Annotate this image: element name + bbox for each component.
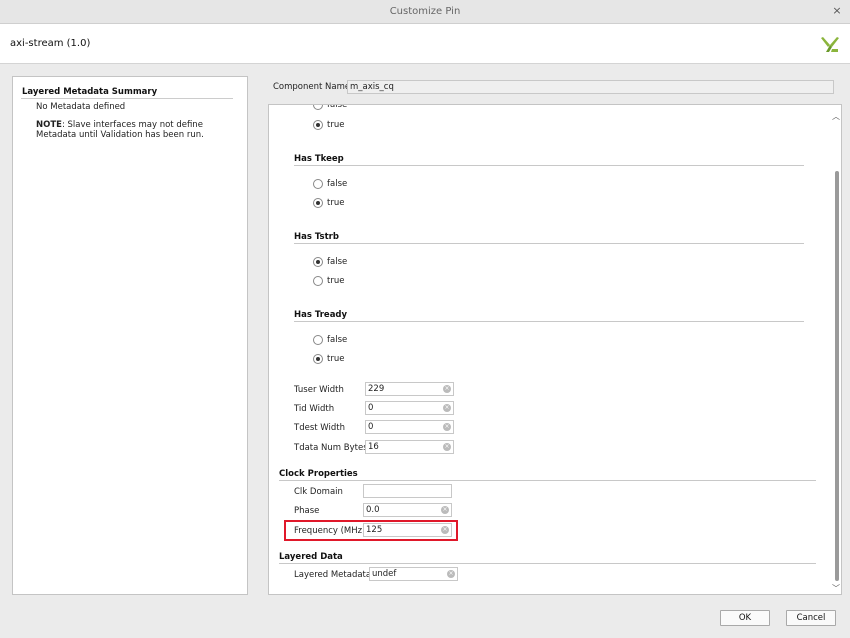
cancel-button[interactable]: Cancel	[786, 610, 836, 626]
title-bar: Customize Pin ×	[0, 0, 850, 24]
radio-circle	[313, 179, 323, 189]
tuser-width-input[interactable]: 229 ×	[365, 382, 454, 396]
radio-label: false	[327, 104, 348, 110]
component-name-field[interactable]: m_axis_cq	[347, 80, 834, 94]
tuser-width-label: Tuser Width	[294, 385, 344, 395]
tdata-num-bytes-input[interactable]: 16 ×	[365, 440, 454, 454]
phase-label: Phase	[294, 506, 320, 516]
component-name-label: Component Name	[273, 82, 351, 92]
vertical-scrollbar[interactable]: ︿ ﹀	[831, 105, 841, 594]
scrollbar-thumb[interactable]	[835, 171, 839, 581]
has-tstrb-true-radio[interactable]: true	[313, 275, 344, 287]
tdata-num-bytes-label: Tdata Num Bytes	[294, 443, 368, 453]
radio-circle	[313, 335, 323, 345]
has-tready-title: Has Tready	[294, 310, 348, 320]
close-icon[interactable]: ×	[830, 4, 844, 18]
clear-circle-icon[interactable]: ×	[443, 385, 451, 393]
radio-partial-hidden[interactable]: false	[313, 104, 348, 111]
radio-label: true	[327, 276, 345, 286]
clear-circle-icon[interactable]: ×	[441, 506, 449, 514]
tdest-width-label: Tdest Width	[294, 423, 345, 433]
radio-circle	[313, 198, 323, 208]
divider	[21, 98, 233, 99]
tid-width-input[interactable]: 0 ×	[365, 401, 454, 415]
radio-circle	[313, 354, 323, 364]
radio-circle	[313, 276, 323, 286]
layered-metadata-input[interactable]: undef ×	[369, 567, 458, 581]
has-tkeep-false-radio[interactable]: false	[313, 178, 347, 190]
divider	[294, 243, 804, 244]
ip-name: axi-stream (1.0)	[10, 38, 91, 49]
field-value: 0.0	[366, 505, 380, 515]
divider	[279, 480, 816, 481]
divider	[294, 321, 804, 322]
metadata-summary-panel: Layered Metadata Summary No Metadata def…	[12, 76, 248, 595]
radio-label: true	[327, 120, 345, 130]
frequency-highlight-box	[284, 520, 458, 541]
radio-circle	[313, 120, 323, 130]
clear-circle-icon[interactable]: ×	[447, 570, 455, 578]
clk-domain-input[interactable]	[363, 484, 452, 498]
has-tkeep-title: Has Tkeep	[294, 154, 344, 164]
properties-area: Component Name m_axis_cq false true Has …	[268, 76, 842, 595]
has-tready-false-radio[interactable]: false	[313, 334, 347, 346]
has-tkeep-true-radio[interactable]: true	[313, 197, 344, 209]
radio-circle	[313, 257, 323, 267]
window-title: Customize Pin	[389, 6, 461, 17]
radio-label: true	[327, 354, 345, 364]
layered-data-title: Layered Data	[279, 552, 343, 562]
clock-properties-title: Clock Properties	[279, 469, 358, 479]
ok-button[interactable]: OK	[720, 610, 770, 626]
radio-label: false	[327, 179, 348, 189]
note-text: : Slave interfaces may not define Metada…	[36, 120, 204, 140]
radio-label: false	[327, 335, 348, 345]
radio-label: true	[327, 198, 345, 208]
phase-input[interactable]: 0.0 ×	[363, 503, 452, 517]
has-tstrb-false-radio[interactable]: false	[313, 256, 347, 268]
tdest-width-input[interactable]: 0 ×	[365, 420, 454, 434]
divider	[294, 165, 804, 166]
metadata-summary-title: Layered Metadata Summary	[22, 87, 158, 97]
field-value: 229	[368, 384, 385, 394]
has-tready-true-radio[interactable]: true	[313, 353, 344, 365]
clk-domain-label: Clk Domain	[294, 487, 343, 497]
radio-circle	[313, 105, 323, 110]
chevron-down-icon[interactable]: ﹀	[832, 583, 840, 594]
tid-width-label: Tid Width	[294, 404, 335, 414]
has-tstrb-title: Has Tstrb	[294, 232, 339, 242]
clear-circle-icon[interactable]: ×	[443, 423, 451, 431]
properties-scroll-panel[interactable]: false true Has Tkeep false true Has Tstr…	[268, 104, 842, 595]
field-value: 0	[368, 422, 374, 432]
no-metadata-text: No Metadata defined	[36, 102, 126, 112]
note-label: NOTE	[36, 120, 62, 130]
layered-metadata-label: Layered Metadata	[294, 570, 372, 580]
xilinx-logo-icon	[821, 37, 839, 52]
field-value: undef	[372, 569, 397, 579]
divider	[279, 563, 816, 564]
field-value: 16	[368, 442, 379, 452]
clear-circle-icon[interactable]: ×	[443, 443, 451, 451]
dialog-header: axi-stream (1.0)	[0, 24, 850, 64]
clear-circle-icon[interactable]: ×	[443, 404, 451, 412]
field-value: 0	[368, 403, 374, 413]
radio-partial-selected[interactable]: true	[313, 119, 344, 131]
radio-label: false	[327, 257, 348, 267]
chevron-up-icon[interactable]: ︿	[832, 111, 840, 122]
metadata-note: NOTE: Slave interfaces may not define Me…	[36, 120, 226, 140]
